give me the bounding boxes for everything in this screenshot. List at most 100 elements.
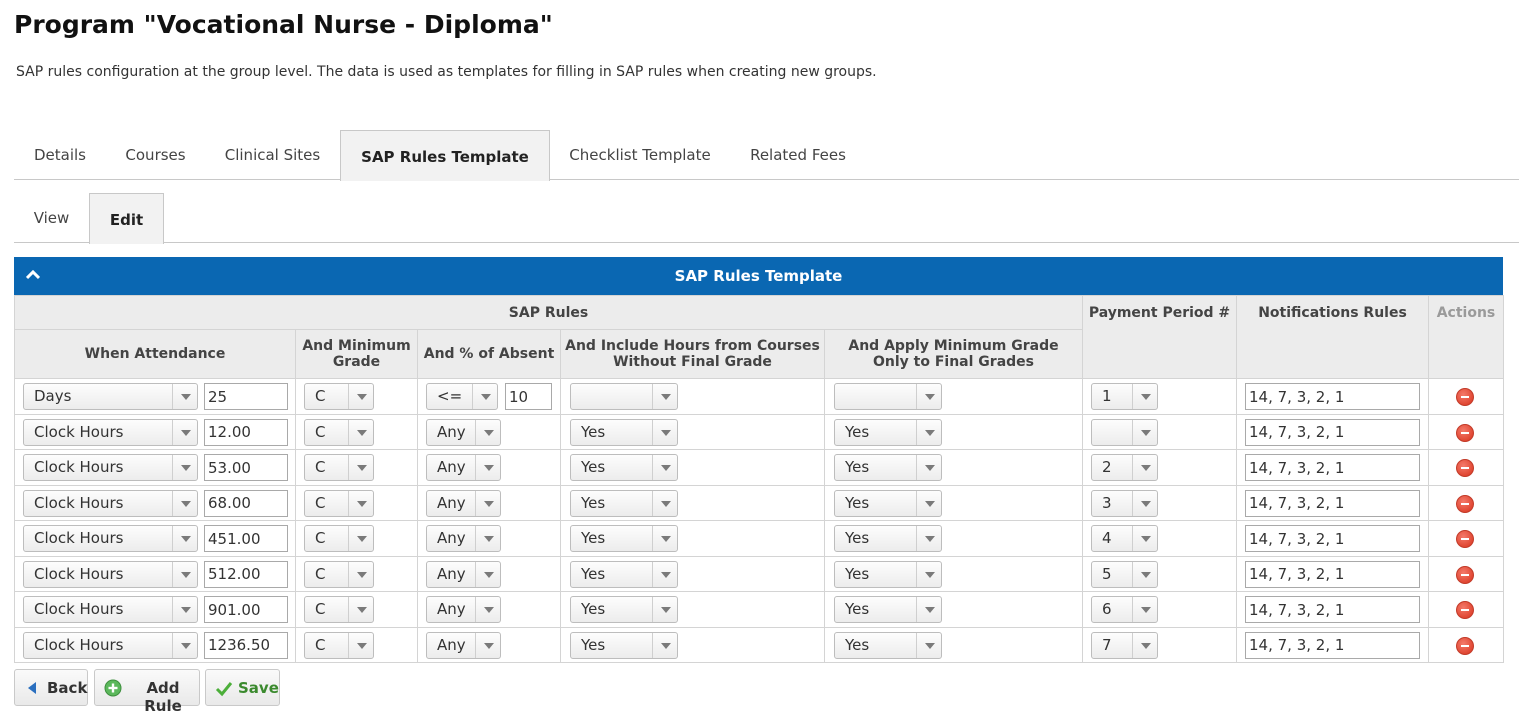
include-hours-cell: Yes: [560, 555, 825, 592]
notifications-input[interactable]: [1245, 631, 1420, 659]
delete-rule-icon[interactable]: [1456, 423, 1474, 442]
delete-rule-icon[interactable]: [1456, 530, 1474, 548]
apply-min-grade-select[interactable]: Yes: [834, 631, 942, 659]
apply-min-grade-select[interactable]: Yes: [834, 560, 942, 588]
delete-rule-icon[interactable]: [1456, 459, 1474, 477]
attendance-type-select[interactable]: Clock Hours: [23, 489, 198, 517]
tab-checklist-template[interactable]: Checklist Template: [550, 130, 730, 180]
payment-period-select[interactable]: 3: [1091, 489, 1158, 517]
payment-period-cell: 1: [1082, 378, 1237, 415]
absent-value-input[interactable]: [505, 383, 552, 410]
attendance-type-select[interactable]: Clock Hours: [23, 560, 198, 588]
subtab-view[interactable]: View: [14, 193, 89, 243]
when-attendance-cell: Clock Hours: [14, 449, 296, 486]
apply-min-grade-select[interactable]: Yes: [834, 489, 942, 517]
attendance-type-select[interactable]: Clock Hours: [23, 596, 198, 623]
attendance-type-select[interactable]: Clock Hours: [23, 418, 198, 446]
include-hours-select[interactable]: Yes: [570, 489, 678, 517]
add-rule-button[interactable]: Add Rule: [94, 669, 200, 715]
apply-min-grade-select[interactable]: Yes: [834, 525, 942, 552]
absent-operator-select[interactable]: Any: [426, 418, 501, 446]
min-grade-select[interactable]: C: [304, 596, 374, 623]
attendance-value-input[interactable]: [204, 525, 288, 552]
absent-operator-select[interactable]: Any: [426, 525, 501, 552]
attendance-type-select[interactable]: Clock Hours: [23, 525, 198, 552]
notifications-input[interactable]: [1245, 525, 1420, 552]
min-grade-select[interactable]: C: [304, 631, 374, 659]
payment-period-select[interactable]: 4: [1091, 525, 1158, 552]
payment-period-select[interactable]: 7: [1091, 631, 1158, 659]
apply-min-grade-select[interactable]: [834, 383, 942, 410]
absent-operator-select[interactable]: Any: [426, 454, 501, 481]
tab-related-fees[interactable]: Related Fees: [730, 130, 866, 180]
attendance-type-select[interactable]: Clock Hours: [23, 454, 198, 481]
when-attendance-cell: Clock Hours: [14, 626, 296, 663]
payment-period-select[interactable]: 2: [1091, 454, 1158, 481]
payment-period-cell: 3: [1082, 484, 1237, 521]
min-grade-select[interactable]: C: [304, 525, 374, 552]
payment-period-select[interactable]: 1: [1091, 383, 1158, 410]
absent-operator-select-value: Any: [437, 564, 466, 583]
grid-title: SAP Rules Template: [674, 267, 843, 285]
include-hours-select[interactable]: Yes: [570, 525, 678, 552]
absent-operator-select[interactable]: Any: [426, 489, 501, 517]
attendance-value-input[interactable]: [204, 383, 288, 410]
attendance-value-input[interactable]: [204, 418, 288, 446]
save-button[interactable]: Save: [205, 669, 280, 706]
payment-period-select[interactable]: 5: [1091, 560, 1158, 588]
include-hours-select[interactable]: Yes: [570, 454, 678, 481]
apply-min-grade-select[interactable]: Yes: [834, 418, 942, 446]
absent-operator-select[interactable]: Any: [426, 631, 501, 659]
min-grade-cell: C: [295, 413, 418, 450]
attendance-value-input[interactable]: [204, 560, 288, 588]
min-grade-select[interactable]: C: [304, 383, 374, 410]
attendance-value-input[interactable]: [204, 454, 288, 481]
include-hours-select[interactable]: Yes: [570, 596, 678, 623]
min-grade-select[interactable]: C: [304, 489, 374, 517]
attendance-value-input[interactable]: [204, 596, 288, 623]
include-hours-select[interactable]: Yes: [570, 560, 678, 588]
apply-min-grade-select[interactable]: Yes: [834, 454, 942, 481]
payment-period-select[interactable]: [1091, 418, 1158, 446]
chevron-down-icon: [652, 561, 677, 587]
notifications-input[interactable]: [1245, 560, 1420, 588]
notifications-input[interactable]: [1245, 383, 1420, 410]
delete-rule-icon[interactable]: [1456, 565, 1474, 584]
min-grade-select[interactable]: C: [304, 560, 374, 588]
notifications-input[interactable]: [1245, 596, 1420, 623]
attendance-value-input[interactable]: [204, 631, 288, 659]
apply-min-grade-select[interactable]: Yes: [834, 596, 942, 623]
attendance-value-input[interactable]: [204, 489, 288, 517]
notifications-cell: [1236, 626, 1429, 663]
tab-details[interactable]: Details: [14, 130, 106, 180]
notifications-input[interactable]: [1245, 454, 1420, 481]
back-button[interactable]: Back: [14, 669, 88, 706]
attendance-type-select[interactable]: Clock Hours: [23, 631, 198, 659]
delete-rule-icon[interactable]: [1456, 388, 1474, 406]
collapse-chevron-up-icon[interactable]: [24, 257, 42, 295]
chevron-down-icon: [172, 526, 197, 551]
attendance-type-select[interactable]: Days: [23, 383, 198, 410]
absent-operator-select[interactable]: Any: [426, 596, 501, 623]
subtab-edit[interactable]: Edit: [89, 193, 164, 244]
notifications-input[interactable]: [1245, 489, 1420, 517]
include-hours-select[interactable]: Yes: [570, 418, 678, 446]
payment-period-select[interactable]: 6: [1091, 596, 1158, 623]
table-row: Clock Hours C Any Yes Yes 4: [14, 520, 1504, 557]
delete-rule-icon[interactable]: [1456, 494, 1474, 513]
min-grade-select[interactable]: C: [304, 418, 374, 446]
include-hours-select[interactable]: [570, 383, 678, 410]
delete-rule-icon[interactable]: [1456, 601, 1474, 619]
absent-operator-select[interactable]: Any: [426, 560, 501, 588]
delete-rule-icon[interactable]: [1456, 636, 1474, 655]
min-grade-select[interactable]: C: [304, 454, 374, 481]
chevron-down-icon: [475, 526, 500, 551]
absent-operator-select[interactable]: <=: [426, 383, 498, 410]
tab-clinical-sites[interactable]: Clinical Sites: [205, 130, 340, 180]
tab-courses[interactable]: Courses: [106, 130, 205, 180]
tab-sap-rules-template[interactable]: SAP Rules Template: [340, 130, 550, 181]
notifications-input[interactable]: [1245, 418, 1420, 446]
col-apply-min-grade: And Apply Minimum Grade Only to Final Gr…: [824, 329, 1083, 379]
include-hours-select[interactable]: Yes: [570, 631, 678, 659]
payment-period-select-value: 6: [1102, 600, 1112, 618]
